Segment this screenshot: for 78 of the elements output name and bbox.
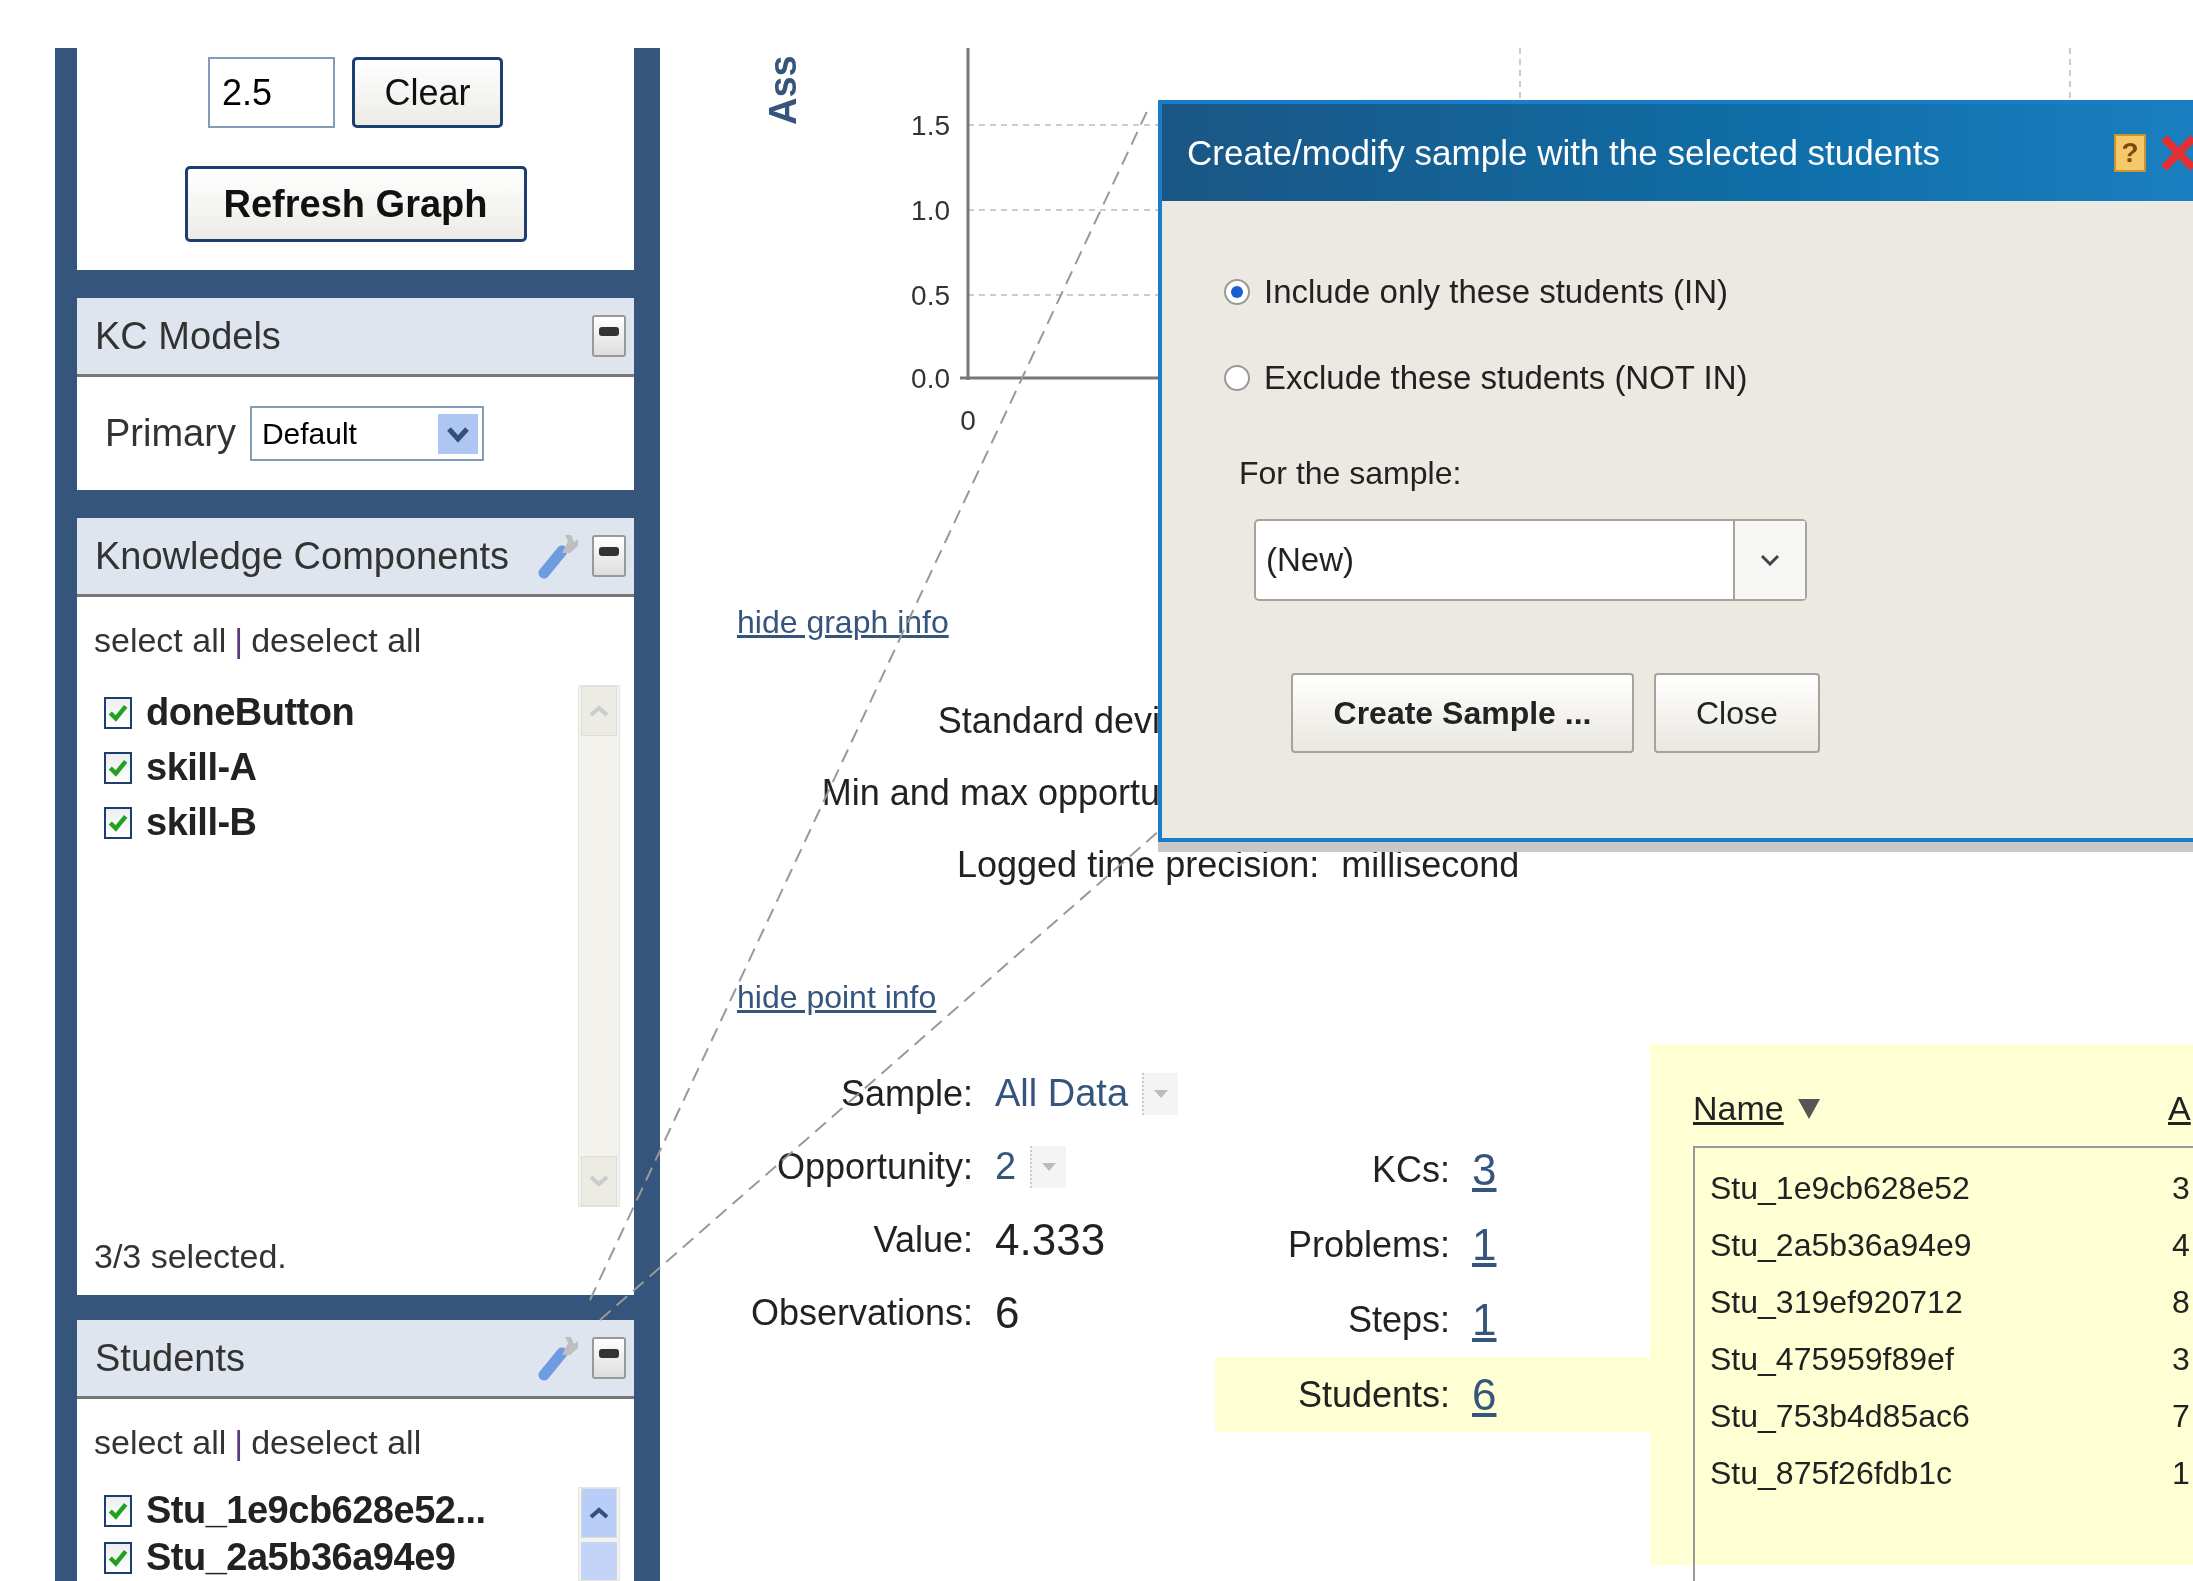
field-value[interactable]: 2 [995, 1145, 1017, 1188]
field-label: Sample: [839, 1072, 973, 1115]
count-label: KCs: [1371, 1148, 1450, 1191]
count-link[interactable]: 6 [1472, 1369, 1497, 1420]
table-cell-text: Stu_2a5b36a94e9 [1710, 1227, 1973, 1264]
panel-title: KC Models [95, 314, 282, 358]
separator-text: | [234, 1422, 244, 1462]
threshold-input[interactable]: 2.5 [208, 57, 335, 128]
list-item-label: skill-B [146, 801, 257, 844]
list-item-label: Stu_2a5b36a94e9 [146, 1536, 456, 1579]
dialog-button[interactable]: Close [1654, 673, 1820, 753]
radio-button[interactable] [1224, 365, 1250, 391]
scroll-up-icon[interactable] [581, 1488, 617, 1538]
checkbox[interactable] [104, 1541, 132, 1574]
table-cell-text: Stu_319ef920712 [1710, 1284, 1964, 1321]
collapse-icon[interactable] [592, 315, 626, 357]
column-header[interactable]: A [2168, 1088, 2191, 1128]
checkbox[interactable] [104, 696, 132, 729]
dialog-button[interactable]: Create Sample ... [1291, 673, 1634, 753]
sort-descending-icon[interactable] [1797, 1097, 1820, 1119]
field-label: Opportunity: [775, 1145, 973, 1188]
checkbox[interactable] [104, 751, 132, 784]
collapse-icon[interactable] [592, 535, 626, 577]
info-value: millisecond [1341, 844, 1520, 886]
count-label: Students: [1296, 1373, 1450, 1416]
table-cell: 1 [2172, 1455, 2190, 1492]
list-item-label: skill-A [146, 746, 257, 789]
table-cell-text: Stu_875f26fdb1c [1710, 1455, 1953, 1492]
primary-dropdown[interactable]: Default [249, 406, 484, 461]
refresh-graph-button[interactable]: Refresh Graph [184, 166, 527, 242]
field-value: 6 [995, 1287, 1020, 1338]
checkbox[interactable] [104, 1494, 132, 1527]
chevron-down-icon [1760, 554, 1780, 566]
list-item-label: doneButton [146, 691, 355, 734]
table-cell: 7 [2172, 1398, 2190, 1435]
table-cell: 8 [2172, 1284, 2190, 1321]
sample-dropdown[interactable]: (New) [1254, 519, 1807, 601]
radio-button[interactable] [1224, 279, 1250, 305]
hide-graph-info-link[interactable]: hide graph info [737, 600, 949, 644]
scrollbar[interactable] [578, 1487, 620, 1581]
field-label: Observations: [749, 1291, 973, 1334]
separator-text: | [234, 620, 244, 660]
count-label: Steps: [1346, 1298, 1450, 1341]
table-cell-text: Stu_475959f89ef [1710, 1341, 1955, 1378]
help-button[interactable]: ? [2114, 133, 2146, 172]
deselect-all-link[interactable]: deselect all [251, 620, 422, 660]
table-cell-text: Stu_753b4d85ac6 [1710, 1398, 1971, 1435]
radio-label: Exclude these students (NOT IN) [1264, 359, 1748, 397]
collapse-icon[interactable] [592, 1337, 626, 1379]
field-value: 4.333 [995, 1214, 1106, 1265]
info-label: Logged time precision: [957, 844, 1320, 886]
radio-label: Include only these students (IN) [1264, 273, 1729, 311]
table-cell: 4 [2172, 1227, 2190, 1264]
primary-label: Primary [105, 412, 236, 455]
clear-button[interactable]: Clear [352, 57, 503, 128]
selection-status: 3/3 selected. [94, 1237, 288, 1276]
select-all-link[interactable]: select all [94, 620, 227, 660]
hide-point-info-link[interactable]: hide point info [737, 975, 937, 1019]
checkbox[interactable] [104, 806, 132, 839]
deselect-all-link[interactable]: deselect all [251, 1422, 422, 1462]
count-link[interactable]: 3 [1472, 1144, 1497, 1195]
table-cell: 3 [2172, 1170, 2190, 1207]
table-cell-text: Stu_1e9cb628e52 [1710, 1170, 1971, 1207]
table-cell: 3 [2172, 1341, 2190, 1378]
sample-label: For the sample: [1239, 455, 1463, 492]
info-label: Min and max opportu [821, 772, 1160, 814]
select-all-link[interactable]: select all [94, 1422, 227, 1462]
count-link[interactable]: 1 [1472, 1294, 1497, 1345]
count-label: Problems: [1286, 1223, 1450, 1266]
field-label: Value: [872, 1218, 973, 1261]
info-label: Standard devi [937, 700, 1160, 742]
dialog-title: Create/modify sample with the selected students [1187, 132, 1941, 173]
field-value[interactable]: All Data [995, 1072, 1129, 1115]
count-link[interactable]: 1 [1472, 1219, 1497, 1270]
column-header[interactable]: Name [1693, 1088, 1784, 1128]
panel-title: Students [95, 1336, 246, 1380]
panel-title: Knowledge Components [95, 534, 511, 578]
list-item-label: Stu_1e9cb628e52... [146, 1489, 486, 1532]
